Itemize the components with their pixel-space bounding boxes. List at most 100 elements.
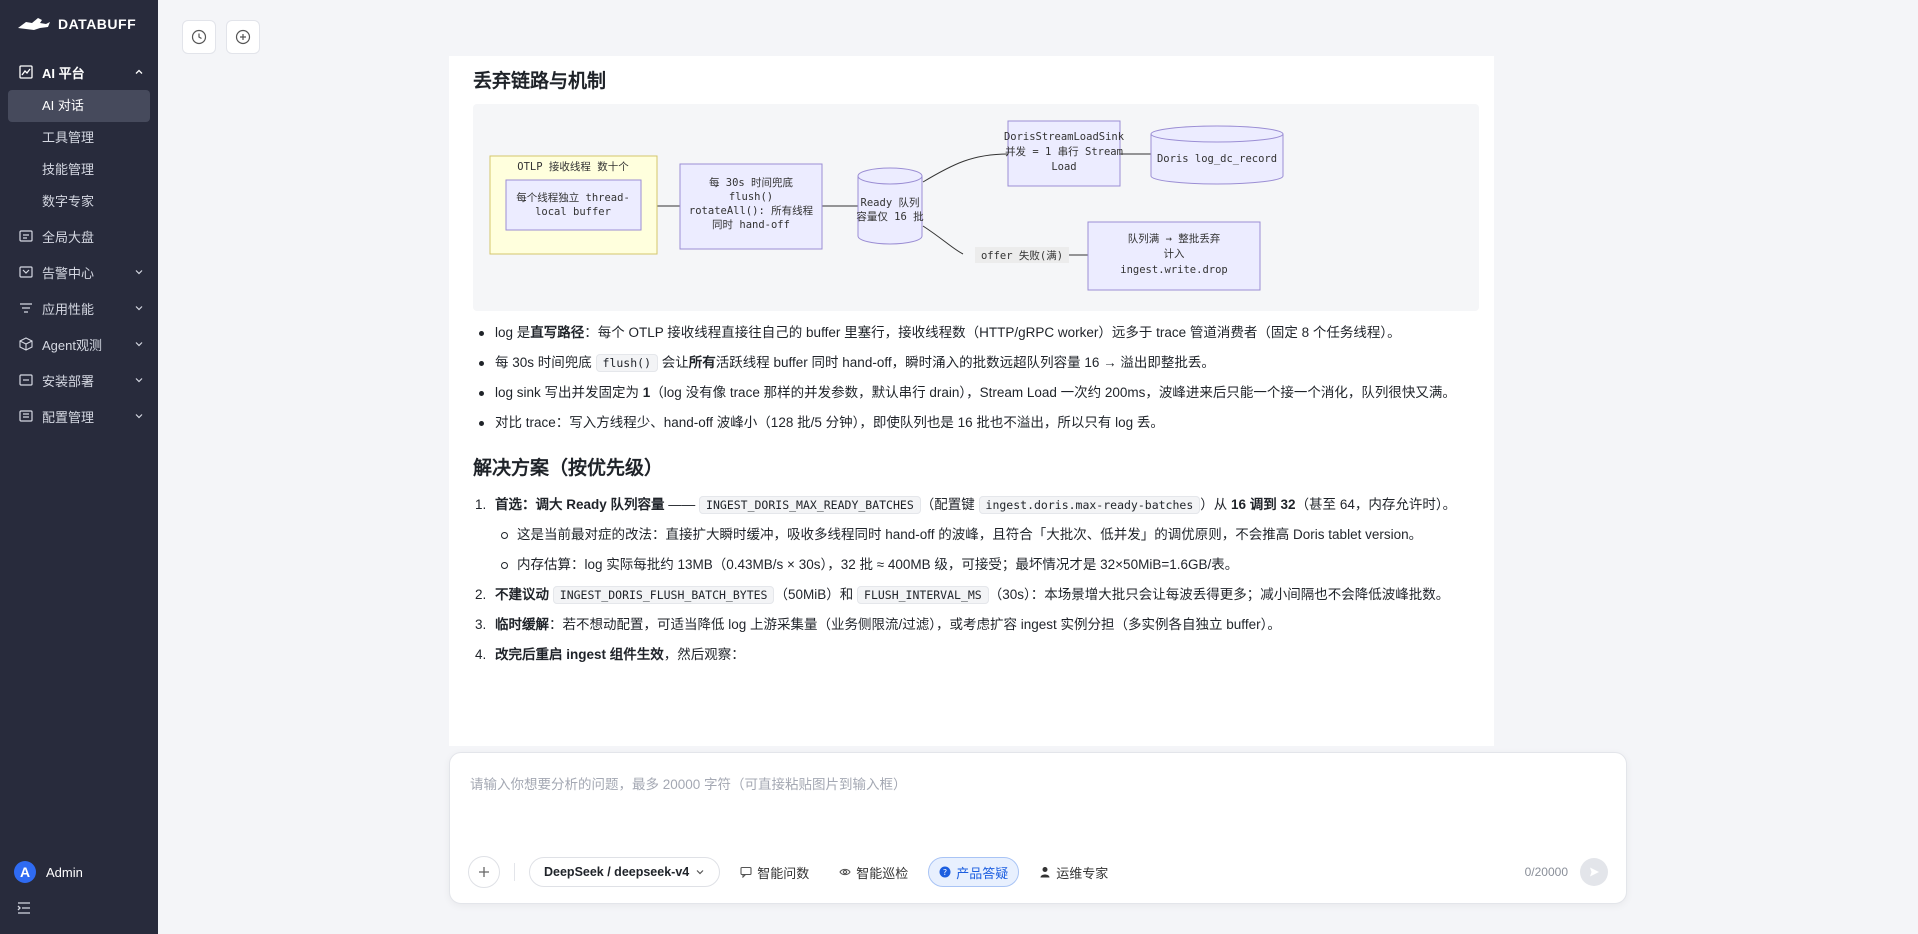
ready-queue-line2: 容量仅 16 批 xyxy=(856,210,924,223)
chip-label: 智能巡检 xyxy=(856,865,909,881)
chevron-down-icon xyxy=(134,411,144,421)
brand-logo[interactable]: DATABUFF xyxy=(0,0,158,48)
nav-group-label: 安装部署 xyxy=(42,373,95,389)
avatar: A xyxy=(14,861,36,883)
sidebar: DATABUFF AI 平台 AI 对话 工具管理 技能管理 数字专家 全局大盘… xyxy=(0,0,158,934)
doris-table-label: Doris log_dc_record xyxy=(1157,153,1277,165)
step-item: 3. 临时缓解：若不想动配置，可适当降低 log 上游采集量（业务侧限流/过滤）… xyxy=(475,617,1281,632)
nav-group-label: 全局大盘 xyxy=(42,229,95,245)
nav-group-install-deploy[interactable]: 安装部署 xyxy=(0,362,158,398)
sub-item: 内存估算：log 实际每批约 13MB（0.43MB/s × 30s），32 批… xyxy=(495,553,1478,577)
edge-label-offer-failed: offer 失败(满) xyxy=(981,249,1063,262)
nav-group-ai-platform[interactable]: AI 平台 xyxy=(0,54,158,90)
sink-node-line2: 并发 = 1 串行 Stream xyxy=(1005,145,1123,158)
chip-product-qa[interactable]: ? 产品答疑 xyxy=(928,857,1020,887)
step-item: 4. 改完后重启 ingest 组件生效，然后观察： xyxy=(475,647,745,662)
eye-icon xyxy=(839,868,851,876)
buffer-node-line2: local buffer xyxy=(535,206,611,218)
thread-local-buffer-node xyxy=(505,179,642,231)
chip-smart-query[interactable]: 智能问数 xyxy=(730,857,819,887)
sink-node-line1: DorisStreamLoadSink xyxy=(1004,131,1125,143)
section-title-drop-mechanism: 丢弃链路与机制 xyxy=(473,71,607,92)
chevron-down-icon xyxy=(134,267,144,277)
user-icon xyxy=(1040,867,1050,878)
input-toolbar: DeepSeek / deepseek-v4 智能问数 智能巡检 ? 产品答疑 … xyxy=(468,856,1608,888)
chip-smart-inspect[interactable]: 智能巡检 xyxy=(829,857,918,887)
flush-node-line3: rotateAll(): 所有线程 xyxy=(689,204,814,217)
nav-group-label: 应用性能 xyxy=(42,301,95,317)
nav-group-config-management[interactable]: 配置管理 xyxy=(0,398,158,434)
nav-group-agent-observe[interactable]: Agent观测 xyxy=(0,326,158,362)
inline-code: INGEST_DORIS_MAX_READY_BATCHES xyxy=(699,496,921,514)
send-icon xyxy=(1590,867,1599,877)
drop-node-line2: 计入 xyxy=(1164,247,1186,260)
svg-text:?: ? xyxy=(943,868,947,877)
bullet-item: log sink 写出并发固定为 1（log 没有像 trace 那样的并发参数… xyxy=(473,381,1478,405)
history-button[interactable] xyxy=(182,20,216,54)
nav-group-label: 告警中心 xyxy=(42,265,95,281)
flush-node-line4: 同时 hand-off xyxy=(712,219,790,231)
chevron-down-icon xyxy=(134,375,144,385)
chip-ops-expert[interactable]: 运维专家 xyxy=(1029,857,1118,887)
sidebar-item-digital-expert[interactable]: 数字专家 xyxy=(0,186,158,218)
otlp-threads-title: OTLP 接收线程 数十个 xyxy=(517,160,629,173)
bullet-item: 每 30s 时间兜底 flush() 会让所有活跃线程 buffer 同时 ha… xyxy=(473,351,1478,375)
flow-diagram: OTLP 接收线程 数十个 每个线程独立 thread- local buffe… xyxy=(473,104,1479,311)
nav-group-app-performance[interactable]: 应用性能 xyxy=(0,290,158,326)
nav-group-label: AI 平台 xyxy=(42,65,85,81)
edge-queue-to-drop xyxy=(922,225,964,255)
sidebar-item-tool-management[interactable]: 工具管理 xyxy=(0,122,158,154)
inline-code: FLUSH_INTERVAL_MS xyxy=(857,586,989,604)
model-select[interactable]: DeepSeek / deepseek-v4 xyxy=(529,857,721,887)
nav-group-alarm-center[interactable]: 告警中心 xyxy=(0,254,158,290)
solution-steps-list: 1. 首选：调大 Ready 队列容量 —— INGEST_DORIS_MAX_… xyxy=(473,493,1478,667)
inline-code: flush() xyxy=(595,354,658,372)
drop-node-line1: 队列满 → 整批丢弃 xyxy=(1128,232,1220,245)
chart-edit-icon xyxy=(18,64,34,80)
edge-queue-to-sink xyxy=(922,153,1009,183)
nav-group-label: Agent观测 xyxy=(42,337,102,353)
attach-button[interactable] xyxy=(468,856,500,888)
inline-code: ingest.doris.max-ready-batches xyxy=(978,496,1201,514)
chip-label: 运维专家 xyxy=(1056,865,1109,881)
brand-name: DATABUFF xyxy=(58,16,137,32)
cube-icon xyxy=(18,336,34,352)
new-chat-button[interactable] xyxy=(226,20,260,54)
inline-code: INGEST_DORIS_FLUSH_BATCH_BYTES xyxy=(552,586,775,604)
sub-item: 这是当前最对症的改法：直接扩大瞬时缓冲，吸收多线程同时 hand-off 的波峰… xyxy=(495,523,1478,547)
chat-message-panel[interactable]: 丢弃链路与机制 OTLP 接收线程 数十个 每个线程独立 thread- loc… xyxy=(449,56,1494,746)
chip-label: 产品答疑 xyxy=(956,865,1009,881)
toolbar-divider xyxy=(514,863,515,881)
chat-bubble-icon xyxy=(740,866,752,878)
collapse-sidebar-icon[interactable] xyxy=(16,900,32,916)
drop-node-line3: ingest.write.drop xyxy=(1120,264,1227,276)
buffer-node-line1: 每个线程独立 thread- xyxy=(516,191,630,204)
chevron-down-icon xyxy=(134,303,144,313)
clock-icon xyxy=(191,29,207,45)
chat-input[interactable] xyxy=(470,773,1600,833)
nav-group-label: 配置管理 xyxy=(42,409,95,425)
alarm-icon xyxy=(18,264,34,280)
filter-icon xyxy=(18,300,34,316)
sidebar-item-ai-chat[interactable]: AI 对话 xyxy=(8,90,150,122)
sidebar-item-skill-management[interactable]: 技能管理 xyxy=(0,154,158,186)
flush-node-line2: flush() xyxy=(729,191,773,203)
step-item: 2. 不建议动 INGEST_DORIS_FLUSH_BATCH_BYTES （5… xyxy=(475,586,1450,604)
sink-node-line3: Load xyxy=(1051,161,1076,173)
plus-icon xyxy=(479,867,489,877)
chat-input-panel: DeepSeek / deepseek-v4 智能问数 智能巡检 ? 产品答疑 … xyxy=(449,752,1627,904)
plus-circle-icon xyxy=(235,29,251,45)
model-select-value: DeepSeek / deepseek-v4 xyxy=(544,865,690,879)
flow-diagram-svg: OTLP 接收线程 数十个 每个线程独立 thread- local buffe… xyxy=(489,120,1284,291)
mechanism-bullet-list: log 是直写路径：每个 OTLP 接收线程直接往自己的 buffer 里塞行，… xyxy=(473,321,1478,435)
dog-logo-icon xyxy=(18,18,50,30)
ready-queue-line1: Ready 队列 xyxy=(861,196,920,209)
user-profile[interactable]: A Admin xyxy=(14,861,83,883)
user-name: Admin xyxy=(46,864,83,880)
chip-label: 智能问数 xyxy=(757,865,810,881)
bullet-item: 对比 trace：写入方线程少、hand-off 波峰小（128 批/5 分钟）… xyxy=(473,411,1478,435)
chevron-down-icon xyxy=(134,339,144,349)
nav-group-global-dashboard[interactable]: 全局大盘 xyxy=(0,218,158,254)
send-button[interactable] xyxy=(1580,858,1608,886)
step-sub-list: 这是当前最对症的改法：直接扩大瞬时缓冲，吸收多线程同时 hand-off 的波峰… xyxy=(495,523,1478,577)
